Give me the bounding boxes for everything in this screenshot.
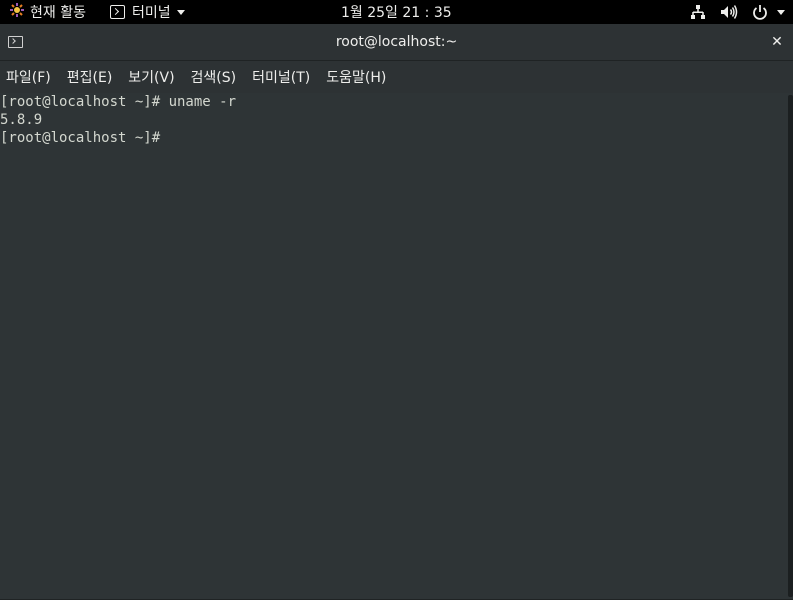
window-title: root@localhost:~ <box>335 34 458 50</box>
menu-file[interactable]: 파일(F) <box>6 67 51 87</box>
menu-bar: 파일(F) 편집(E) 보기(V) 검색(S) 터미널(T) 도움말(H) <box>0 61 793 93</box>
terminal-line: [root@localhost ~]# <box>0 129 177 147</box>
menu-terminal[interactable]: 터미널(T) <box>252 67 310 87</box>
menu-help[interactable]: 도움말(H) <box>326 67 386 87</box>
terminal-prompt: [root@localhost ~]# <box>0 130 161 146</box>
chevron-down-icon <box>777 9 785 15</box>
clock[interactable]: 1월 25일 21 : 35 <box>341 0 452 24</box>
window-titlebar[interactable]: root@localhost:~ ✕ <box>0 24 793 61</box>
terminal-icon <box>110 5 125 19</box>
terminal-scrollbar[interactable] <box>787 93 793 599</box>
menu-search[interactable]: 검색(S) <box>191 67 237 87</box>
text-cursor <box>169 129 177 145</box>
system-top-bar: 현재 활동 터미널 1월 25일 21 : 35 <box>0 0 793 24</box>
activities-label: 현재 활동 <box>30 5 86 21</box>
scrollbar-thumb[interactable] <box>788 95 793 597</box>
terminal-window: root@localhost:~ ✕ 파일(F) 편집(E) 보기(V) 검색(… <box>0 24 793 600</box>
activities-button[interactable]: 현재 활동 <box>9 0 86 24</box>
terminal-line: [root@localhost ~]# uname -r <box>0 94 237 110</box>
power-icon <box>752 4 768 20</box>
terminal-line: 5.8.9 <box>0 112 43 128</box>
terminal-output[interactable]: [root@localhost ~]# uname -r 5.8.9 [root… <box>0 93 793 599</box>
app-menu-label: 터미널 <box>132 5 171 21</box>
menu-view[interactable]: 보기(V) <box>128 67 174 87</box>
app-menu-button[interactable]: 터미널 <box>110 0 185 24</box>
close-icon[interactable]: ✕ <box>768 33 786 51</box>
status-area[interactable] <box>676 0 785 24</box>
menu-edit[interactable]: 편집(E) <box>67 67 113 87</box>
network-icon <box>690 4 706 20</box>
chevron-down-icon <box>176 9 185 15</box>
activities-logo-icon <box>9 2 30 22</box>
volume-icon <box>720 4 738 20</box>
